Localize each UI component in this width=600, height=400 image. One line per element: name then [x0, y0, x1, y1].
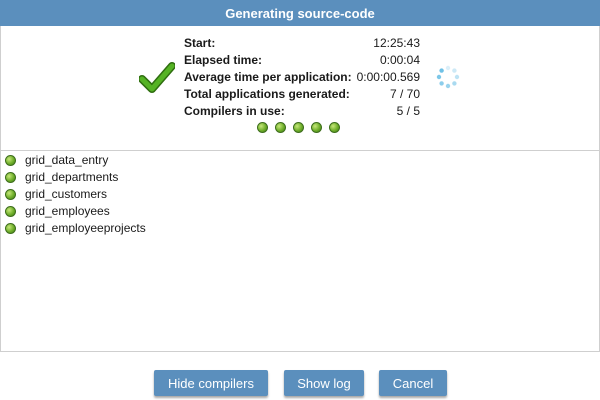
log-panel[interactable]: grid_data_entry grid_departments grid_cu…	[0, 150, 600, 352]
log-item-label: grid_customers	[25, 187, 108, 201]
stat-label: Elapsed time:	[184, 53, 263, 67]
dialog-title-bar: Generating source-code	[0, 0, 600, 26]
compiler-indicators	[257, 122, 340, 133]
log-item: grid_data_entry	[1, 152, 599, 169]
compiler-indicator-icon	[311, 122, 322, 133]
compiler-indicator-icon	[293, 122, 304, 133]
stats-panel: Start: 12:25:43 Elapsed time: 0:00:04 Av…	[0, 26, 600, 150]
show-log-button[interactable]: Show log	[284, 370, 364, 396]
log-item-label: grid_employeeprojects	[25, 221, 146, 235]
stat-total: Total applications generated: 7 / 70	[184, 86, 420, 103]
stat-label: Total applications generated:	[184, 87, 350, 101]
stat-label: Compilers in use:	[184, 104, 285, 118]
log-item: grid_employees	[1, 203, 599, 220]
stat-label: Average time per application:	[184, 70, 352, 84]
cancel-button[interactable]: Cancel	[379, 370, 447, 396]
status-ok-icon	[5, 155, 16, 166]
stat-label: Start:	[184, 36, 216, 50]
log-list: grid_data_entry grid_departments grid_cu…	[1, 151, 599, 237]
compiler-indicator-icon	[257, 122, 268, 133]
loading-spinner-icon	[436, 65, 460, 89]
button-bar: Hide compilers Show log Cancel	[0, 370, 600, 396]
stat-value: 0:00:00.569	[356, 70, 420, 84]
log-item: grid_customers	[1, 186, 599, 203]
status-ok-icon	[5, 223, 16, 234]
stat-start: Start: 12:25:43	[184, 35, 420, 52]
compiler-indicator-icon	[329, 122, 340, 133]
stat-value: 0:00:04	[379, 53, 420, 67]
log-item-label: grid_departments	[25, 170, 119, 184]
checkmark-icon	[139, 62, 175, 93]
stat-value: 5 / 5	[396, 104, 420, 118]
log-item: grid_employeeprojects	[1, 220, 599, 237]
status-ok-icon	[5, 189, 16, 200]
log-item: grid_departments	[1, 169, 599, 186]
stat-value: 7 / 70	[389, 87, 420, 101]
dialog-title: Generating source-code	[225, 5, 375, 21]
stat-value: 12:25:43	[373, 36, 420, 50]
compiler-indicator-icon	[275, 122, 286, 133]
stat-compilers: Compilers in use: 5 / 5	[184, 103, 420, 120]
stats-table: Start: 12:25:43 Elapsed time: 0:00:04 Av…	[184, 35, 420, 120]
status-ok-icon	[5, 206, 16, 217]
stat-average: Average time per application: 0:00:00.56…	[184, 69, 420, 86]
stat-elapsed: Elapsed time: 0:00:04	[184, 52, 420, 69]
log-item-label: grid_data_entry	[25, 153, 109, 167]
hide-compilers-button[interactable]: Hide compilers	[154, 370, 268, 396]
log-item-label: grid_employees	[25, 204, 110, 218]
status-ok-icon	[5, 172, 16, 183]
